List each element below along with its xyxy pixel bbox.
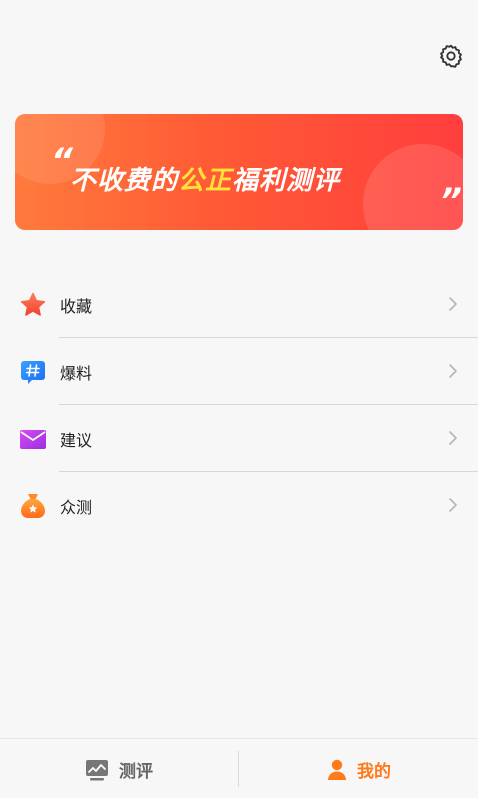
bottom-tab-bar: 测评 我的 <box>0 738 478 798</box>
tab-review[interactable]: 测评 <box>0 739 238 798</box>
tab-label: 测评 <box>119 762 153 782</box>
tab-review-content: 测评 <box>0 757 238 782</box>
slogan-banner[interactable]: “ 不收费的公正福利测评 ” <box>15 114 463 230</box>
menu-item-label: 建议 <box>60 431 93 450</box>
chevron-right-icon <box>448 496 458 514</box>
tab-mine[interactable]: 我的 <box>240 739 478 798</box>
settings-button[interactable] <box>438 43 464 69</box>
menu-item-suggestions[interactable]: 建议 <box>0 405 478 472</box>
mail-icon <box>19 425 47 453</box>
slogan-highlight: 公正 <box>178 166 233 196</box>
banner-slogan: 不收费的公正福利测评 <box>70 160 340 197</box>
tab-mine-content: 我的 <box>240 757 478 782</box>
menu-item-crowdtest[interactable]: 众测 <box>0 472 478 539</box>
profile-menu: 收藏 爆料 建议 众测 <box>0 271 478 539</box>
menu-item-label: 收藏 <box>60 297 93 316</box>
hashtag-icon <box>19 358 47 386</box>
star-icon <box>19 291 47 319</box>
quote-close: ” <box>440 181 462 221</box>
tab-label: 我的 <box>357 762 391 782</box>
review-chart-icon <box>86 760 108 781</box>
slogan-text: 不收费的 <box>70 166 179 196</box>
gear-icon <box>440 44 462 68</box>
chevron-right-icon <box>448 295 458 313</box>
tab-divider <box>238 751 239 787</box>
profile-screen: “ 不收费的公正福利测评 ” 收藏 爆料 建议 众测 测评 我的 <box>0 0 478 798</box>
menu-item-favorites[interactable]: 收藏 <box>0 271 478 338</box>
money-bag-icon <box>19 492 47 520</box>
chevron-right-icon <box>448 429 458 447</box>
user-icon <box>328 759 346 780</box>
slogan-text: 福利测评 <box>232 166 341 196</box>
chevron-right-icon <box>448 362 458 380</box>
menu-item-label: 爆料 <box>60 364 93 383</box>
menu-item-label: 众测 <box>60 498 93 517</box>
menu-item-tips[interactable]: 爆料 <box>0 338 478 405</box>
